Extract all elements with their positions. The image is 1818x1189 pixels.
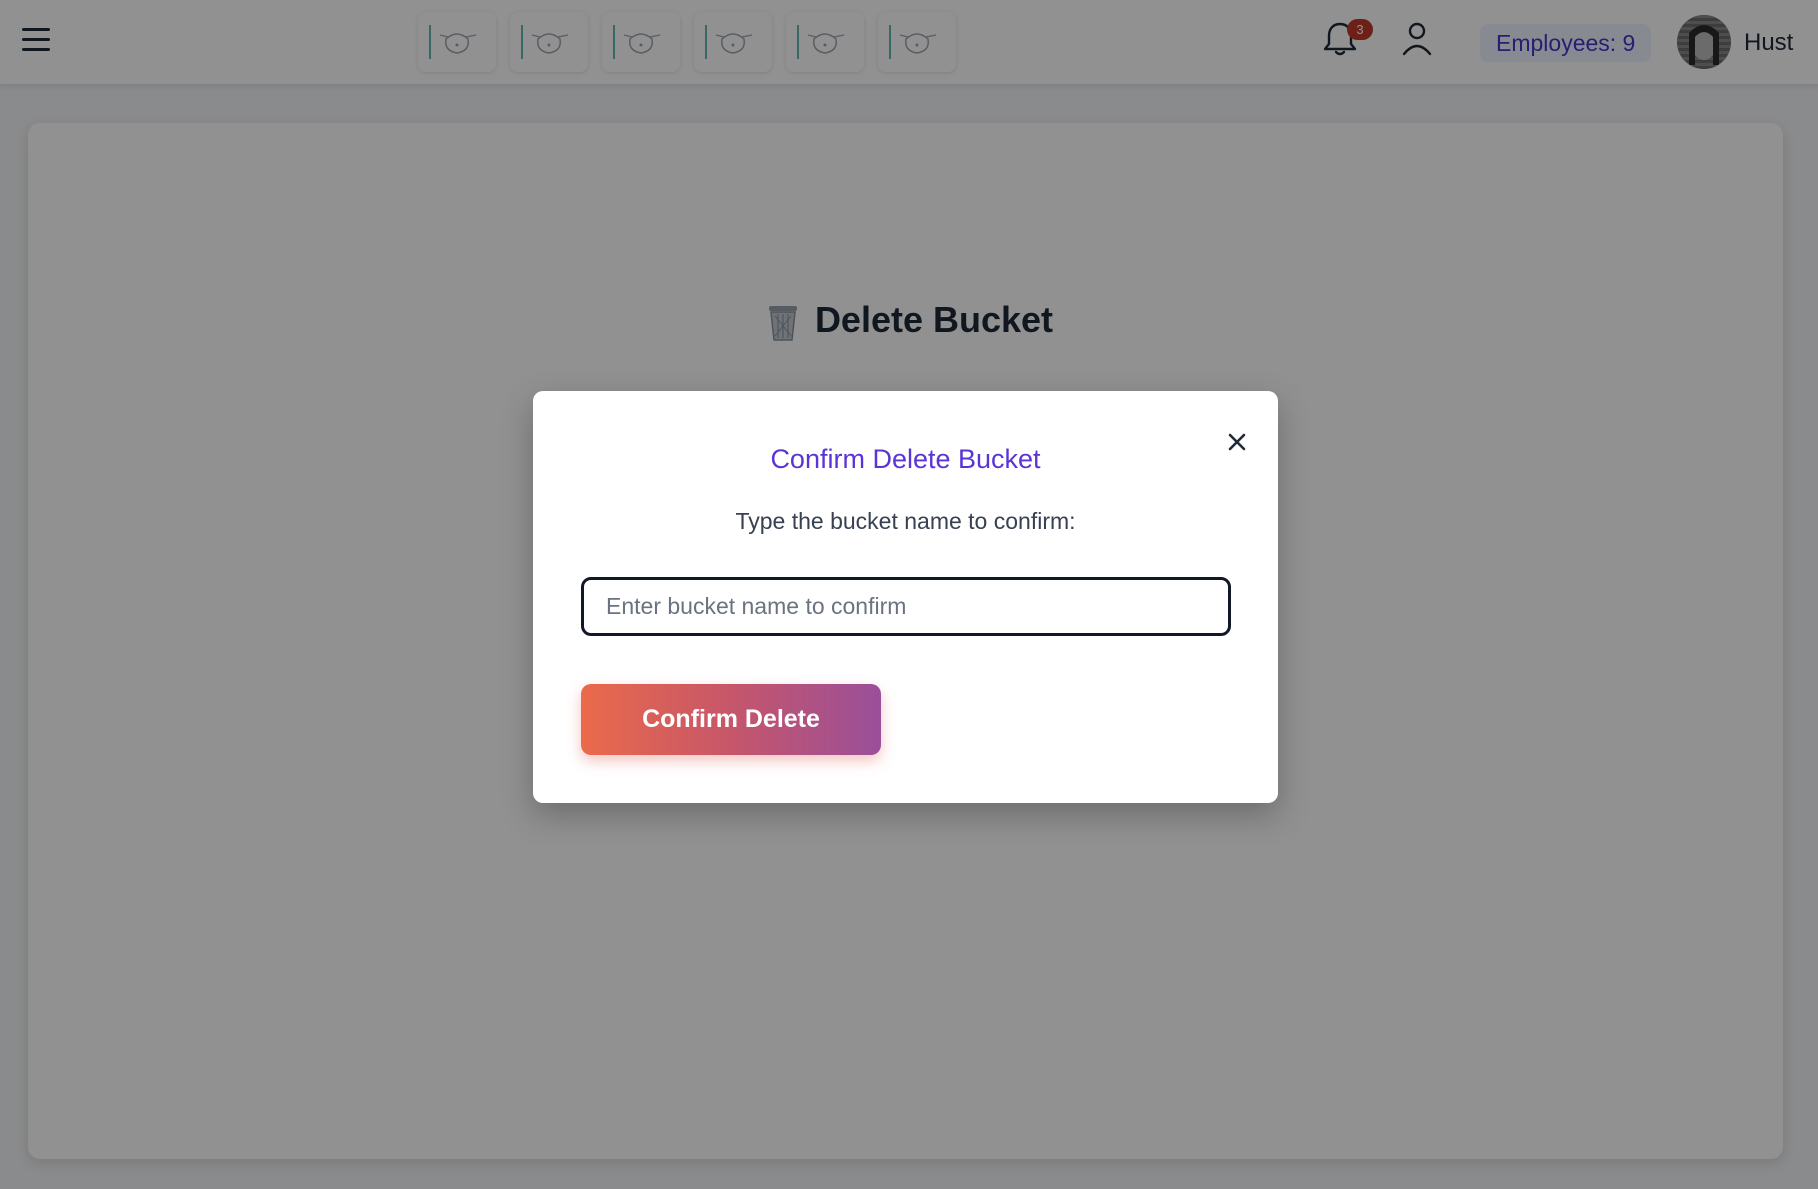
modal-title: Confirm Delete Bucket xyxy=(770,444,1041,474)
confirm-delete-modal: Confirm Delete Bucket Type the bucket na… xyxy=(533,391,1278,803)
confirm-delete-button[interactable]: Confirm Delete xyxy=(581,684,881,755)
modal-instruction: Type the bucket name to confirm: xyxy=(735,508,1076,534)
bucket-name-input[interactable] xyxy=(581,577,1231,636)
app-page: 3 Employees: 9 Hust Delete Bucket Confir… xyxy=(0,0,1818,1189)
